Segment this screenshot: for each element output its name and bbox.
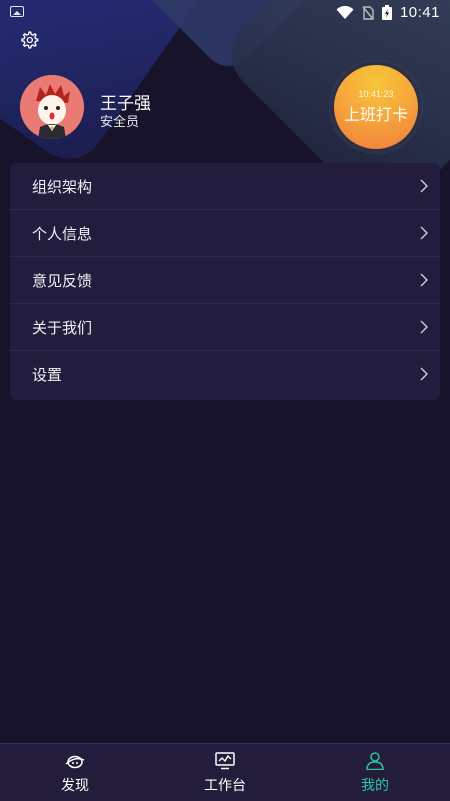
chevron-right-icon xyxy=(420,320,428,334)
status-icons: 10:41 xyxy=(336,4,440,21)
status-bar: 10:41 xyxy=(0,0,450,24)
chevron-right-icon xyxy=(420,226,428,240)
nav-label: 工作台 xyxy=(204,778,246,794)
monitor-chart-icon xyxy=(215,752,235,770)
wifi-icon xyxy=(336,5,354,19)
settings-menu: 组织架构 个人信息 意见反馈 关于我们 设置 xyxy=(10,163,440,400)
menu-item-settings[interactable]: 设置 xyxy=(10,351,440,398)
menu-item-label: 设置 xyxy=(32,366,63,384)
menu-item-personal-info[interactable]: 个人信息 xyxy=(10,210,440,257)
menu-item-organization[interactable]: 组织架构 xyxy=(10,163,440,210)
nav-label: 发现 xyxy=(61,778,89,794)
planet-icon xyxy=(65,755,85,769)
nav-label: 我的 xyxy=(361,778,389,794)
menu-item-label: 组织架构 xyxy=(32,178,93,196)
user-role: 安全员 xyxy=(100,115,140,130)
gear-icon[interactable] xyxy=(19,30,39,50)
menu-item-about-us[interactable]: 关于我们 xyxy=(10,304,440,351)
chevron-right-icon xyxy=(420,367,428,381)
menu-item-label: 个人信息 xyxy=(32,225,93,243)
avatar[interactable] xyxy=(20,75,84,139)
image-icon xyxy=(10,6,24,17)
punch-in-button[interactable]: 10:41:23 上班打卡 xyxy=(330,61,422,153)
nav-workbench[interactable]: 工作台 xyxy=(150,744,300,801)
no-sim-icon xyxy=(362,5,374,20)
battery-charging-icon xyxy=(381,5,392,20)
chevron-right-icon xyxy=(420,273,428,287)
status-time: 10:41 xyxy=(399,4,440,21)
person-icon xyxy=(366,752,384,770)
menu-item-feedback[interactable]: 意见反馈 xyxy=(10,257,440,304)
nav-discover[interactable]: 发现 xyxy=(0,744,150,801)
punch-in-circle[interactable]: 10:41:23 上班打卡 xyxy=(334,65,418,149)
punch-time: 10:41:23 xyxy=(358,89,394,99)
cartoon-boy-avatar-icon xyxy=(20,75,84,139)
punch-label: 上班打卡 xyxy=(343,105,408,124)
nav-mine[interactable]: 我的 xyxy=(300,744,450,801)
menu-item-label: 意见反馈 xyxy=(32,272,93,290)
bottom-nav: 发现 工作台 我的 xyxy=(0,743,450,801)
chevron-right-icon xyxy=(420,179,428,193)
menu-item-label: 关于我们 xyxy=(32,319,93,337)
